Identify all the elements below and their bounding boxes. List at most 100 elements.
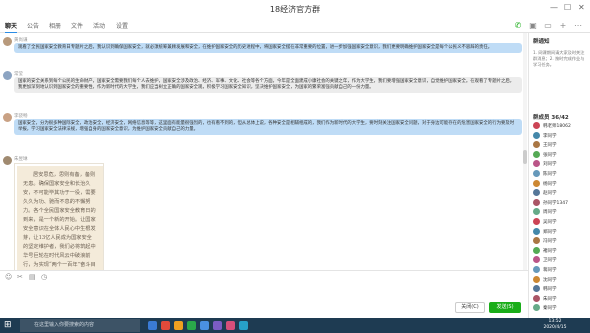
member-item[interactable]: 秦同学 xyxy=(533,304,588,314)
avatar xyxy=(533,208,540,216)
member-name: 陈同学 xyxy=(543,172,557,177)
member-name: 冯同学 xyxy=(543,239,557,245)
avatar xyxy=(533,170,540,177)
send-button[interactable]: 发送(S) xyxy=(489,302,521,313)
app-icon[interactable] xyxy=(239,321,248,330)
chat-history-icon[interactable]: ◷ xyxy=(41,273,47,281)
avatar xyxy=(533,150,540,158)
avatar[interactable] xyxy=(3,113,12,122)
file-explorer-icon[interactable] xyxy=(174,321,183,330)
member-name: 李同学 xyxy=(543,133,557,139)
screen-share-icon[interactable]: ▭ xyxy=(543,21,553,31)
tab-activity[interactable]: 活动 xyxy=(93,21,105,30)
input-area[interactable] xyxy=(0,270,528,318)
avatar xyxy=(533,122,540,129)
avatar xyxy=(533,227,540,235)
tab-files[interactable]: 文件 xyxy=(71,21,83,30)
avatar xyxy=(533,256,540,264)
app-icon[interactable] xyxy=(226,321,235,330)
member-item[interactable]: 孙同学1347 xyxy=(533,198,588,209)
avatar xyxy=(533,189,540,197)
avatar xyxy=(533,131,540,139)
phone-icon[interactable]: ✆ xyxy=(513,21,523,31)
member-item[interactable]: 卫同学 xyxy=(533,256,588,266)
tab-bar: 聊天 公告 相册 文件 活动 设置 ✆ ▣ ▭ + ⋯ xyxy=(0,19,590,33)
wechat-group-window: 18经济官方群 — ☐ ✕ 聊天 公告 相册 文件 活动 设置 ✆ ▣ ▭ + … xyxy=(0,0,590,333)
image-message[interactable]: 居安思危，思则有备，备则无患。确保国家安全和长治久安，不可能毕其功于一役，需要久… xyxy=(14,163,104,283)
app-icon[interactable] xyxy=(213,321,222,330)
close-icon[interactable]: ✕ xyxy=(578,3,585,12)
members-title: 群成员 36/42 xyxy=(533,115,569,121)
avatar xyxy=(533,285,540,293)
member-name: 褚同学 xyxy=(543,248,557,254)
add-member-icon[interactable]: + xyxy=(558,21,568,31)
message-bubble: 国家的安全关系到每个公民的生命财产，国家安全需要我们每个人去维护，国家安全涉及政… xyxy=(14,77,522,93)
member-item[interactable]: 赵同学 xyxy=(533,189,588,199)
avatar xyxy=(533,198,540,206)
tab-settings[interactable]: 设置 xyxy=(116,21,128,30)
member-item[interactable]: 李同学 xyxy=(533,131,588,142)
message-bubble: 国家安全，分为很多种国际安全，政治安全，经济安全，网络信息等等，这里面有能量很强… xyxy=(14,119,522,135)
maximize-icon[interactable]: ☐ xyxy=(564,3,571,12)
member-item[interactable]: 陈同学 xyxy=(533,170,588,180)
windows-start-icon[interactable]: ⊞ xyxy=(4,320,12,330)
video-icon[interactable]: ▣ xyxy=(528,21,538,31)
avatar[interactable] xyxy=(3,156,12,165)
member-item[interactable]: 周同学 xyxy=(533,208,588,218)
task-view-icon[interactable] xyxy=(148,321,157,330)
tab-album[interactable]: 相册 xyxy=(49,21,61,30)
message-bubble: 观看了全民国家安全教育日专题片之后，我认识到确保国家安全，就必须统筹兼顾发展和安… xyxy=(14,43,522,53)
browser-icon[interactable] xyxy=(200,321,209,330)
avatar xyxy=(533,266,540,273)
member-name: 韩同学 xyxy=(543,287,557,293)
member-name: 张同学 xyxy=(543,152,557,158)
member-name: 周同学 xyxy=(543,210,557,216)
date: 2020/4/15 xyxy=(543,325,567,330)
app-icon[interactable] xyxy=(161,321,170,330)
emoji-icon[interactable]: ☺ xyxy=(5,273,12,281)
scissors-icon[interactable]: ✂ xyxy=(17,273,23,281)
avatar[interactable] xyxy=(3,37,12,46)
folder-icon[interactable]: ▤ xyxy=(29,273,36,281)
tab-announcement[interactable]: 公告 xyxy=(27,21,39,30)
sender-name: 朱昱琳 xyxy=(14,157,28,162)
avatar xyxy=(533,179,540,187)
member-name: 赵同学 xyxy=(543,191,557,197)
member-name: 郑同学 xyxy=(543,229,557,235)
member-name: 韩老师18062 xyxy=(543,124,571,129)
minimize-icon[interactable]: — xyxy=(550,3,558,12)
avatar xyxy=(533,160,540,168)
window-title: 18经济官方群 xyxy=(269,5,321,14)
member-name: 蒋同学 xyxy=(543,268,557,273)
avatar[interactable] xyxy=(3,71,12,80)
member-name: 刘同学 xyxy=(543,162,557,168)
member-item[interactable]: 蒋同学 xyxy=(533,266,588,276)
notice-title: 群通知 xyxy=(533,39,550,45)
member-item[interactable]: 韩老师18062 xyxy=(533,122,588,132)
member-item[interactable]: 韩同学 xyxy=(533,285,588,295)
tab-chat[interactable]: 聊天 xyxy=(5,21,18,33)
member-item[interactable]: 刘同学 xyxy=(533,160,588,170)
close-button[interactable]: 关闭(C) xyxy=(455,302,485,313)
scrollbar-thumb[interactable] xyxy=(523,150,527,164)
member-item[interactable]: 沈同学 xyxy=(533,275,588,286)
member-name: 王同学 xyxy=(543,143,557,149)
wechat-taskbar-icon[interactable] xyxy=(187,321,196,330)
member-item[interactable]: 吴同学 xyxy=(533,218,588,228)
member-item[interactable]: 张同学 xyxy=(533,150,588,161)
taskbar-search-input[interactable]: 在这里输入你要搜索的内容 xyxy=(20,319,140,332)
member-item[interactable]: 郑同学 xyxy=(533,227,588,238)
avatar xyxy=(533,304,540,312)
more-icon[interactable]: ⋯ xyxy=(573,21,583,31)
avatar xyxy=(533,275,540,283)
essay-text: 居安思危，思则有备，备则无患。确保国家安全和长治久安，不可能毕其功于一役，需要久… xyxy=(23,172,96,282)
avatar xyxy=(533,294,540,302)
member-item[interactable]: 冯同学 xyxy=(533,237,588,247)
member-item[interactable]: 朱同学 xyxy=(533,294,588,305)
member-item[interactable]: 杨同学 xyxy=(533,179,588,190)
avatar xyxy=(533,237,540,245)
member-item[interactable]: 褚同学 xyxy=(533,246,588,257)
member-name: 朱同学 xyxy=(543,296,557,302)
clock[interactable]: 13:52 2020/4/15 xyxy=(540,319,570,331)
member-item[interactable]: 王同学 xyxy=(533,141,588,151)
